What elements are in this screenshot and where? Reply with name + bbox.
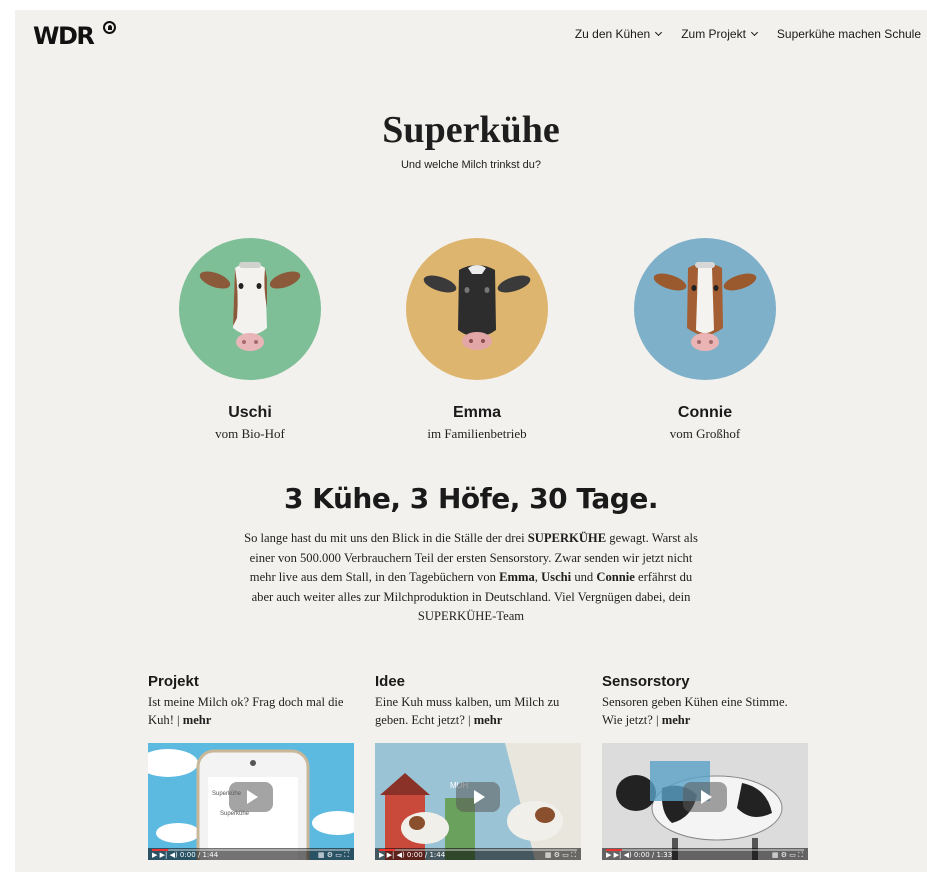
play-icon[interactable] bbox=[683, 781, 727, 812]
cow-card-uschi[interactable]: Uschi vom Bio-Hof bbox=[155, 238, 345, 442]
teaser-text: Eine Kuh muss kalben, um Milch zu geben.… bbox=[375, 693, 583, 729]
teaser-text: Ist meine Milch ok? Frag doch mal die Ku… bbox=[148, 693, 356, 729]
teaser-projekt: Projekt Ist meine Milch ok? Frag doch ma… bbox=[148, 673, 356, 729]
cow-farm: im Familienbetrieb bbox=[427, 426, 527, 441]
wdr-logo[interactable]: WDR bbox=[33, 22, 95, 50]
nav-item-projekt[interactable]: Zum Projekt bbox=[681, 27, 758, 41]
video-player-projekt[interactable]: Superkühe Superkühe ▶ ▶| ◀) 0:00 / 1:44 … bbox=[148, 743, 354, 860]
control-icons-left: ▶ ▶| ◀) 0:00 / 1:44 bbox=[152, 851, 219, 859]
page: WDR Zu den Kühen Zum Projekt Superkühe m… bbox=[15, 10, 927, 872]
cow-farm: vom Großhof bbox=[669, 426, 741, 441]
nav-item-kuehe[interactable]: Zu den Kühen bbox=[574, 27, 663, 41]
intro-emphasis: SUPERKÜHE bbox=[527, 531, 607, 545]
intro-text-part: So lange hast du mit uns den Blick in di… bbox=[244, 531, 528, 545]
nav-item-schule[interactable]: Superkühe machen Schule bbox=[777, 27, 921, 41]
video-controls[interactable]: ▶ ▶| ◀) 0:00 / 1:44 ▦ ⚙ ▭ ⛶ bbox=[375, 848, 581, 860]
cow-card-connie[interactable]: Connie vom Großhof bbox=[610, 238, 800, 442]
page-title: Superkühe bbox=[382, 109, 560, 151]
intro-emphasis: Uschi bbox=[541, 570, 572, 584]
page-subtitle: Und welche Milch trinkst du? bbox=[400, 159, 541, 171]
intro-emphasis: Connie bbox=[596, 570, 635, 584]
nav-item-label: Zu den Kühen bbox=[574, 27, 651, 41]
teaser-sensorstory: Sensorstory Sensoren geben Kühen eine St… bbox=[602, 673, 810, 729]
more-link[interactable]: mehr bbox=[474, 713, 503, 727]
intro-text: So lange hast du mit uns den Blick in di… bbox=[241, 529, 701, 627]
video-time: 0:00 / 1:44 bbox=[406, 851, 446, 859]
teaser-text: Sensoren geben Kühen eine Stimme. Wie je… bbox=[602, 693, 810, 729]
control-icons-left: ▶ ▶| ◀) 0:00 / 1:33 bbox=[606, 851, 673, 859]
more-link[interactable]: mehr bbox=[183, 713, 212, 727]
play-icon[interactable] bbox=[229, 781, 273, 812]
video-time: 0:00 / 1:33 bbox=[633, 851, 673, 859]
nav-item-label: Zum Projekt bbox=[681, 27, 746, 41]
cow-card-emma[interactable]: Emma im Familienbetrieb bbox=[382, 238, 572, 442]
video-controls[interactable]: ▶ ▶| ◀) 0:00 / 1:33 ▦ ⚙ ▭ ⛶ bbox=[602, 848, 808, 860]
video-player-idee[interactable]: MUH ▶ ▶| ◀) 0:00 / 1:44 ▦ ⚙ ▭ ⛶ bbox=[375, 743, 581, 860]
teaser-text-body: Sensoren geben Kühen eine Stimme. Wie je… bbox=[602, 695, 788, 727]
video-controls[interactable]: ▶ ▶| ◀) 0:00 / 1:44 ▦ ⚙ ▭ ⛶ bbox=[148, 848, 354, 860]
chevron-down-icon bbox=[655, 28, 663, 37]
video-time: 0:00 / 1:44 bbox=[179, 851, 219, 859]
intro-emphasis: Emma bbox=[499, 570, 535, 584]
teaser-title: Sensorstory bbox=[602, 673, 690, 690]
nav-item-label: Superkühe machen Schule bbox=[776, 27, 921, 41]
main-nav: Zu den Kühen Zum Projekt Superkühe mache… bbox=[575, 27, 921, 41]
play-icon[interactable] bbox=[456, 781, 500, 812]
wdr-eye-icon bbox=[103, 21, 116, 34]
control-icons-right: ▦ ⚙ ▭ ⛶ bbox=[544, 851, 576, 859]
chevron-down-icon bbox=[750, 28, 758, 37]
more-link[interactable]: mehr bbox=[662, 713, 691, 727]
control-icons-right: ▦ ⚙ ▭ ⛶ bbox=[771, 851, 803, 859]
teaser-idee: Idee Eine Kuh muss kalben, um Milch zu g… bbox=[375, 673, 583, 729]
cow-portrait-connie[interactable] bbox=[634, 238, 776, 380]
cow-portrait-uschi[interactable] bbox=[179, 238, 321, 380]
cow-name: Uschi bbox=[228, 404, 272, 421]
teaser-title: Idee bbox=[375, 673, 406, 690]
cow-name: Connie bbox=[677, 404, 733, 421]
cow-head-illustration bbox=[423, 265, 531, 350]
video-player-sensorstory[interactable]: ▶ ▶| ◀) 0:00 / 1:33 ▦ ⚙ ▭ ⛶ bbox=[602, 743, 808, 860]
intro-title: 3 Kühe, 3 Höfe, 30 Tage. bbox=[284, 482, 658, 515]
control-icons-right: ▦ ⚙ ▭ ⛶ bbox=[317, 851, 349, 859]
teaser-title: Projekt bbox=[148, 673, 199, 690]
cow-name: Emma bbox=[452, 404, 502, 421]
teaser-text-body: Ist meine Milch ok? Frag doch mal die Ku… bbox=[148, 695, 344, 727]
intro-text-part: und bbox=[571, 570, 597, 584]
cow-portrait-emma[interactable] bbox=[406, 238, 548, 380]
control-icons-left: ▶ ▶| ◀) 0:00 / 1:44 bbox=[379, 851, 446, 859]
cow-head-illustration bbox=[199, 262, 301, 351]
teaser-text-body: Eine Kuh muss kalben, um Milch zu geben.… bbox=[375, 695, 560, 727]
app-label: Superkühe bbox=[220, 811, 250, 817]
cow-farm: vom Bio-Hof bbox=[215, 426, 285, 441]
cow-head-illustration bbox=[653, 262, 757, 351]
